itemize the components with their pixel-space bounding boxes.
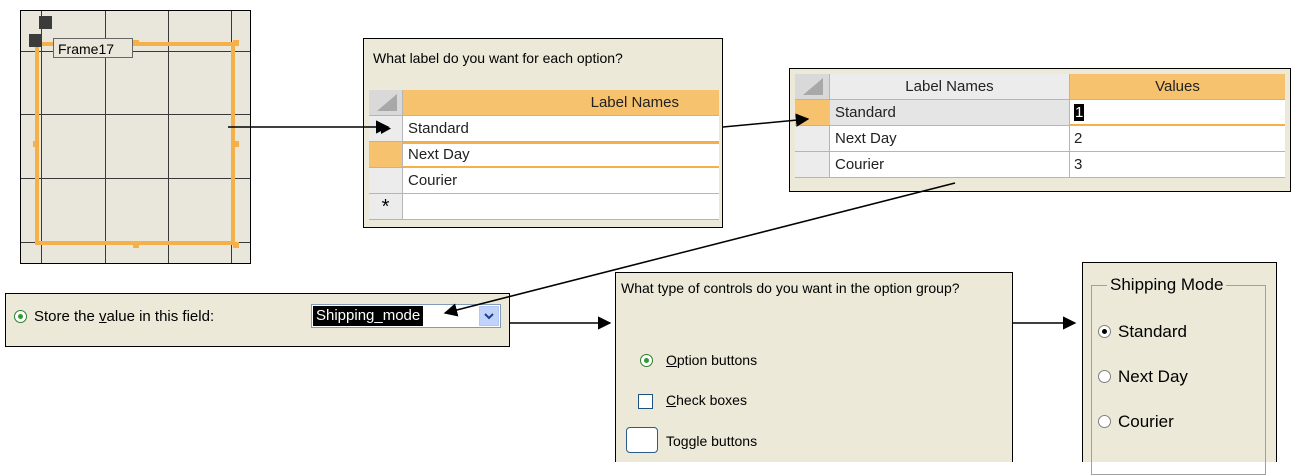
courier-label[interactable]: Courier	[1118, 412, 1174, 432]
row-selector[interactable]	[795, 100, 830, 126]
label-cell[interactable]: Courier	[830, 152, 1070, 178]
label-text: heck boxes	[676, 392, 747, 408]
check-boxes-label[interactable]: Check boxes	[666, 392, 747, 408]
value-cell-active[interactable]: 1	[1070, 100, 1285, 126]
corner-triangle-icon	[377, 94, 397, 111]
check-box-icon[interactable]	[638, 394, 653, 409]
select-all-cell[interactable]	[795, 74, 830, 100]
new-record-icon: *	[369, 194, 403, 220]
resize-handle[interactable]	[33, 141, 39, 147]
dropdown-button[interactable]	[479, 306, 499, 326]
resize-handle[interactable]	[133, 40, 139, 46]
label-cell[interactable]: Standard	[830, 100, 1070, 126]
row-selector[interactable]	[795, 152, 830, 178]
new-record-row[interactable]: *	[369, 194, 719, 220]
frame-design-panel: Frame17	[20, 10, 251, 264]
row-selector[interactable]	[369, 142, 403, 168]
accelerator-key: O	[666, 352, 677, 368]
select-all-cell[interactable]	[369, 90, 403, 116]
table-row[interactable]: Courier	[369, 168, 719, 194]
resize-handle[interactable]	[133, 242, 139, 248]
table-row[interactable]: Next Day	[369, 142, 719, 168]
control-type-panel: What type of controls do you want in the…	[615, 272, 1013, 462]
option-buttons-radio[interactable]	[640, 354, 653, 367]
frame-label[interactable]: Frame17	[53, 38, 133, 58]
row-selector[interactable]	[369, 116, 403, 142]
resize-handle[interactable]	[233, 40, 239, 46]
move-handle-icon[interactable]	[39, 16, 52, 29]
move-handle-icon[interactable]	[29, 34, 42, 47]
resize-handle[interactable]	[233, 242, 239, 248]
label-cell-new[interactable]	[403, 194, 719, 220]
value-cell-text: 1	[1074, 104, 1085, 121]
label-values-panel: Label Names Values Standard 1 Next Day 2…	[789, 68, 1291, 192]
label-names-panel: What label do you want for each option? …	[363, 38, 723, 228]
shipping-mode-panel: Shipping Mode Standard Next Day Courier	[1082, 262, 1277, 475]
store-value-label[interactable]: Store the value in this field:	[34, 308, 214, 325]
toggle-buttons-label[interactable]: Toggle buttons	[666, 433, 757, 449]
option-group-legend: Shipping Mode	[1107, 275, 1227, 295]
resize-handle[interactable]	[233, 141, 239, 147]
label-cell[interactable]: Standard	[403, 116, 719, 142]
label-cell[interactable]: Courier	[403, 168, 719, 194]
accelerator-key: C	[666, 392, 677, 408]
corner-triangle-icon	[803, 78, 823, 95]
option-group-frame[interactable]	[35, 42, 235, 245]
value-cell[interactable]: 3	[1070, 152, 1285, 178]
value-cell[interactable]: 2	[1070, 126, 1285, 152]
column-header-label-names[interactable]: Label Names	[830, 74, 1070, 100]
next-day-label[interactable]: Next Day	[1118, 367, 1188, 387]
label-text: Store the	[34, 308, 100, 325]
current-row-arrow-icon	[381, 123, 391, 134]
label-cell[interactable]: Next Day	[403, 142, 719, 168]
row-selector[interactable]	[369, 168, 403, 194]
controls-question: What type of controls do you want in the…	[621, 280, 960, 296]
label-text: alue in this field:	[106, 308, 215, 325]
label-cell[interactable]: Next Day	[830, 126, 1070, 152]
standard-radio[interactable]	[1098, 325, 1111, 338]
store-value-radio[interactable]	[14, 310, 27, 323]
toggle-button-icon[interactable]	[626, 427, 658, 453]
next-day-radio[interactable]	[1098, 370, 1111, 383]
chevron-down-icon	[484, 313, 494, 320]
label-text: ption buttons	[676, 352, 758, 368]
row-selector[interactable]	[795, 126, 830, 152]
table-row[interactable]: Standard	[369, 116, 719, 142]
combo-value: Shipping_mode	[313, 306, 424, 326]
label-question: What label do you want for each option?	[373, 50, 623, 66]
accelerator-key: v	[99, 308, 107, 325]
column-header-label-names[interactable]: Label Names	[403, 90, 719, 116]
courier-radio[interactable]	[1098, 415, 1111, 428]
field-combo-box[interactable]: Shipping_mode	[311, 304, 501, 328]
standard-label[interactable]: Standard	[1118, 322, 1187, 342]
column-header-values[interactable]: Values	[1070, 74, 1285, 100]
store-value-panel: Store the value in this field: Shipping_…	[5, 293, 510, 347]
grid-header-row: Label Names	[369, 90, 719, 116]
option-buttons-label[interactable]: Option buttons	[666, 352, 757, 368]
